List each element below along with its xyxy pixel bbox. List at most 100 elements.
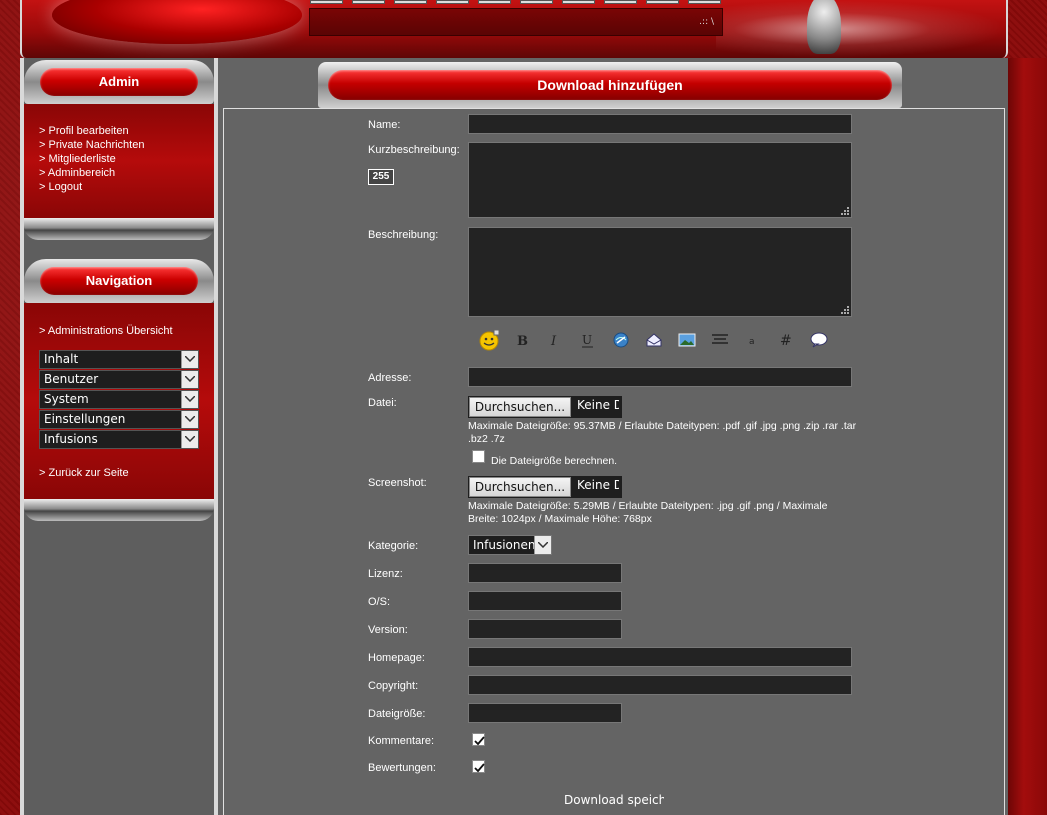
sidebar-link-logout[interactable]: > Logout (24, 180, 214, 194)
svg-text:U: U (582, 333, 592, 347)
char-counter-badge: 255 (368, 169, 394, 185)
category-select[interactable]: Infusionen (468, 535, 552, 555)
short-description-textarea[interactable] (468, 142, 852, 218)
image-icon[interactable] (670, 329, 703, 351)
file-label: Datei: (368, 397, 397, 409)
nav-select-system[interactable]: System (39, 390, 199, 409)
file-upload[interactable]: Durchsuchen... Keine Datei ausgewählt. (468, 396, 622, 418)
top-nav-tab[interactable] (352, 0, 385, 4)
top-nav-tab[interactable] (520, 0, 553, 4)
svg-text:a: a (749, 337, 755, 347)
os-input[interactable] (468, 591, 622, 611)
top-nav-tab[interactable] (562, 0, 595, 4)
quote-icon[interactable] (802, 329, 835, 351)
address-label: Adresse: (368, 372, 412, 384)
short-description-label: Kurzbeschreibung: (368, 144, 460, 156)
svg-text:B: B (517, 334, 528, 348)
license-label: Lizenz: (368, 568, 403, 580)
chevron-down-icon[interactable] (181, 431, 198, 448)
chevron-down-icon[interactable] (181, 371, 198, 388)
category-value: Infusionen (473, 538, 536, 552)
nav-select-content[interactable]: Inhalt (39, 350, 199, 369)
license-input[interactable] (468, 563, 622, 583)
description-label: Beschreibung: (368, 229, 439, 241)
address-input[interactable] (468, 367, 852, 387)
sidebar-link-messages[interactable]: > Private Nachrichten (24, 138, 214, 152)
microphone-icon (807, 0, 841, 54)
top-nav-tab[interactable] (646, 0, 679, 4)
top-nav-tab[interactable] (436, 0, 469, 4)
save-download-button[interactable]: Download speichern (564, 792, 664, 810)
chevron-down-icon[interactable] (534, 536, 551, 554)
nav-select-value: Benutzer (44, 372, 99, 386)
main-content: Download hinzufügen Name: Kurzbeschreibu… (218, 58, 1008, 815)
nav-select-value: Einstellungen (44, 412, 126, 426)
small-text-icon[interactable]: a (736, 329, 769, 351)
top-nav-tab[interactable] (688, 0, 721, 4)
center-icon[interactable] (703, 329, 736, 351)
ratings-checkbox[interactable] (472, 760, 485, 773)
homepage-input[interactable] (468, 647, 852, 667)
sidebar-link-profile[interactable]: > Profil bearbeiten (24, 124, 214, 138)
header-logo-decoration (52, 0, 302, 44)
calc-filesize-label: Die Dateigröße berechnen. (491, 455, 618, 467)
sidebar-link-admin-overview[interactable]: > Administrations Übersicht (24, 324, 214, 338)
ratings-label: Bewertungen: (368, 762, 436, 774)
copyright-input[interactable] (468, 675, 852, 695)
download-form: Name: Kurzbeschreibung: 255 Beschreibung… (223, 108, 1005, 815)
screenshot-browse-button[interactable]: Durchsuchen... (469, 477, 571, 497)
admin-panel-header: Admin (24, 60, 214, 104)
comments-label: Kommentare: (368, 735, 435, 747)
screenshot-status: Keine Datei ausgewählt. (577, 478, 619, 492)
top-nav-tab[interactable] (604, 0, 637, 4)
navigation-panel-title: Navigation (40, 267, 198, 295)
navigation-panel-body: > Administrations Übersicht Inhalt Benut… (24, 303, 214, 499)
italic-icon[interactable]: I (538, 329, 571, 351)
description-textarea[interactable] (468, 227, 852, 317)
comments-checkbox[interactable] (472, 733, 485, 746)
nav-select-users[interactable]: Benutzer (39, 370, 199, 389)
version-label: Version: (368, 624, 408, 636)
homepage-label: Homepage: (368, 652, 425, 664)
chevron-down-icon[interactable] (181, 391, 198, 408)
nav-select-infusions[interactable]: Infusions (39, 430, 199, 449)
screenshot-upload[interactable]: Durchsuchen... Keine Datei ausgewählt. (468, 476, 622, 498)
right-background-decoration (1008, 58, 1047, 815)
chevron-down-icon[interactable] (181, 411, 198, 428)
sidebar-link-members[interactable]: > Mitgliederliste (24, 152, 214, 166)
link-icon[interactable] (604, 329, 637, 351)
sidebar-link-admin[interactable]: > Adminbereich (24, 166, 214, 180)
file-hint: Maximale Dateigröße: 95.37MB / Erlaubte … (468, 420, 857, 445)
main-panel-header: Download hinzufügen (318, 62, 902, 108)
navigation-panel-footer (24, 499, 214, 521)
filesize-input[interactable] (468, 703, 622, 723)
mail-icon[interactable] (637, 329, 670, 351)
name-input[interactable] (468, 114, 852, 134)
bold-icon[interactable]: B (505, 329, 538, 351)
nav-select-settings[interactable]: Einstellungen (39, 410, 199, 429)
calc-filesize-checkbox[interactable] (472, 450, 485, 463)
code-icon[interactable]: # (769, 329, 802, 351)
sidebar: Admin > Profil bearbeiten > Private Nach… (20, 58, 218, 815)
top-nav-tab[interactable] (310, 0, 343, 4)
bbcode-toolbar: B I U a # (472, 329, 835, 351)
top-nav-tabs (310, 0, 721, 4)
copyright-label: Copyright: (368, 680, 419, 692)
underline-icon[interactable]: U (571, 329, 604, 351)
os-label: O/S: (368, 596, 391, 608)
page-title: Download hinzufügen (328, 70, 892, 100)
resize-grip-icon[interactable] (841, 207, 849, 215)
name-label: Name: (368, 119, 401, 131)
sidebar-link-back-to-site[interactable]: > Zurück zur Seite (24, 466, 214, 480)
chevron-down-icon[interactable] (181, 351, 198, 368)
top-nav-tab[interactable] (478, 0, 511, 4)
file-status: Keine Datei ausgewählt. (577, 398, 619, 412)
svg-text:I: I (550, 334, 557, 348)
smiley-icon[interactable] (472, 329, 505, 351)
file-browse-button[interactable]: Durchsuchen... (469, 397, 571, 417)
svg-text:#: # (780, 333, 792, 348)
top-nav-tab[interactable] (394, 0, 427, 4)
version-input[interactable] (468, 619, 622, 639)
resize-grip-icon[interactable] (841, 306, 849, 314)
header-glow-decoration (716, 0, 1006, 58)
